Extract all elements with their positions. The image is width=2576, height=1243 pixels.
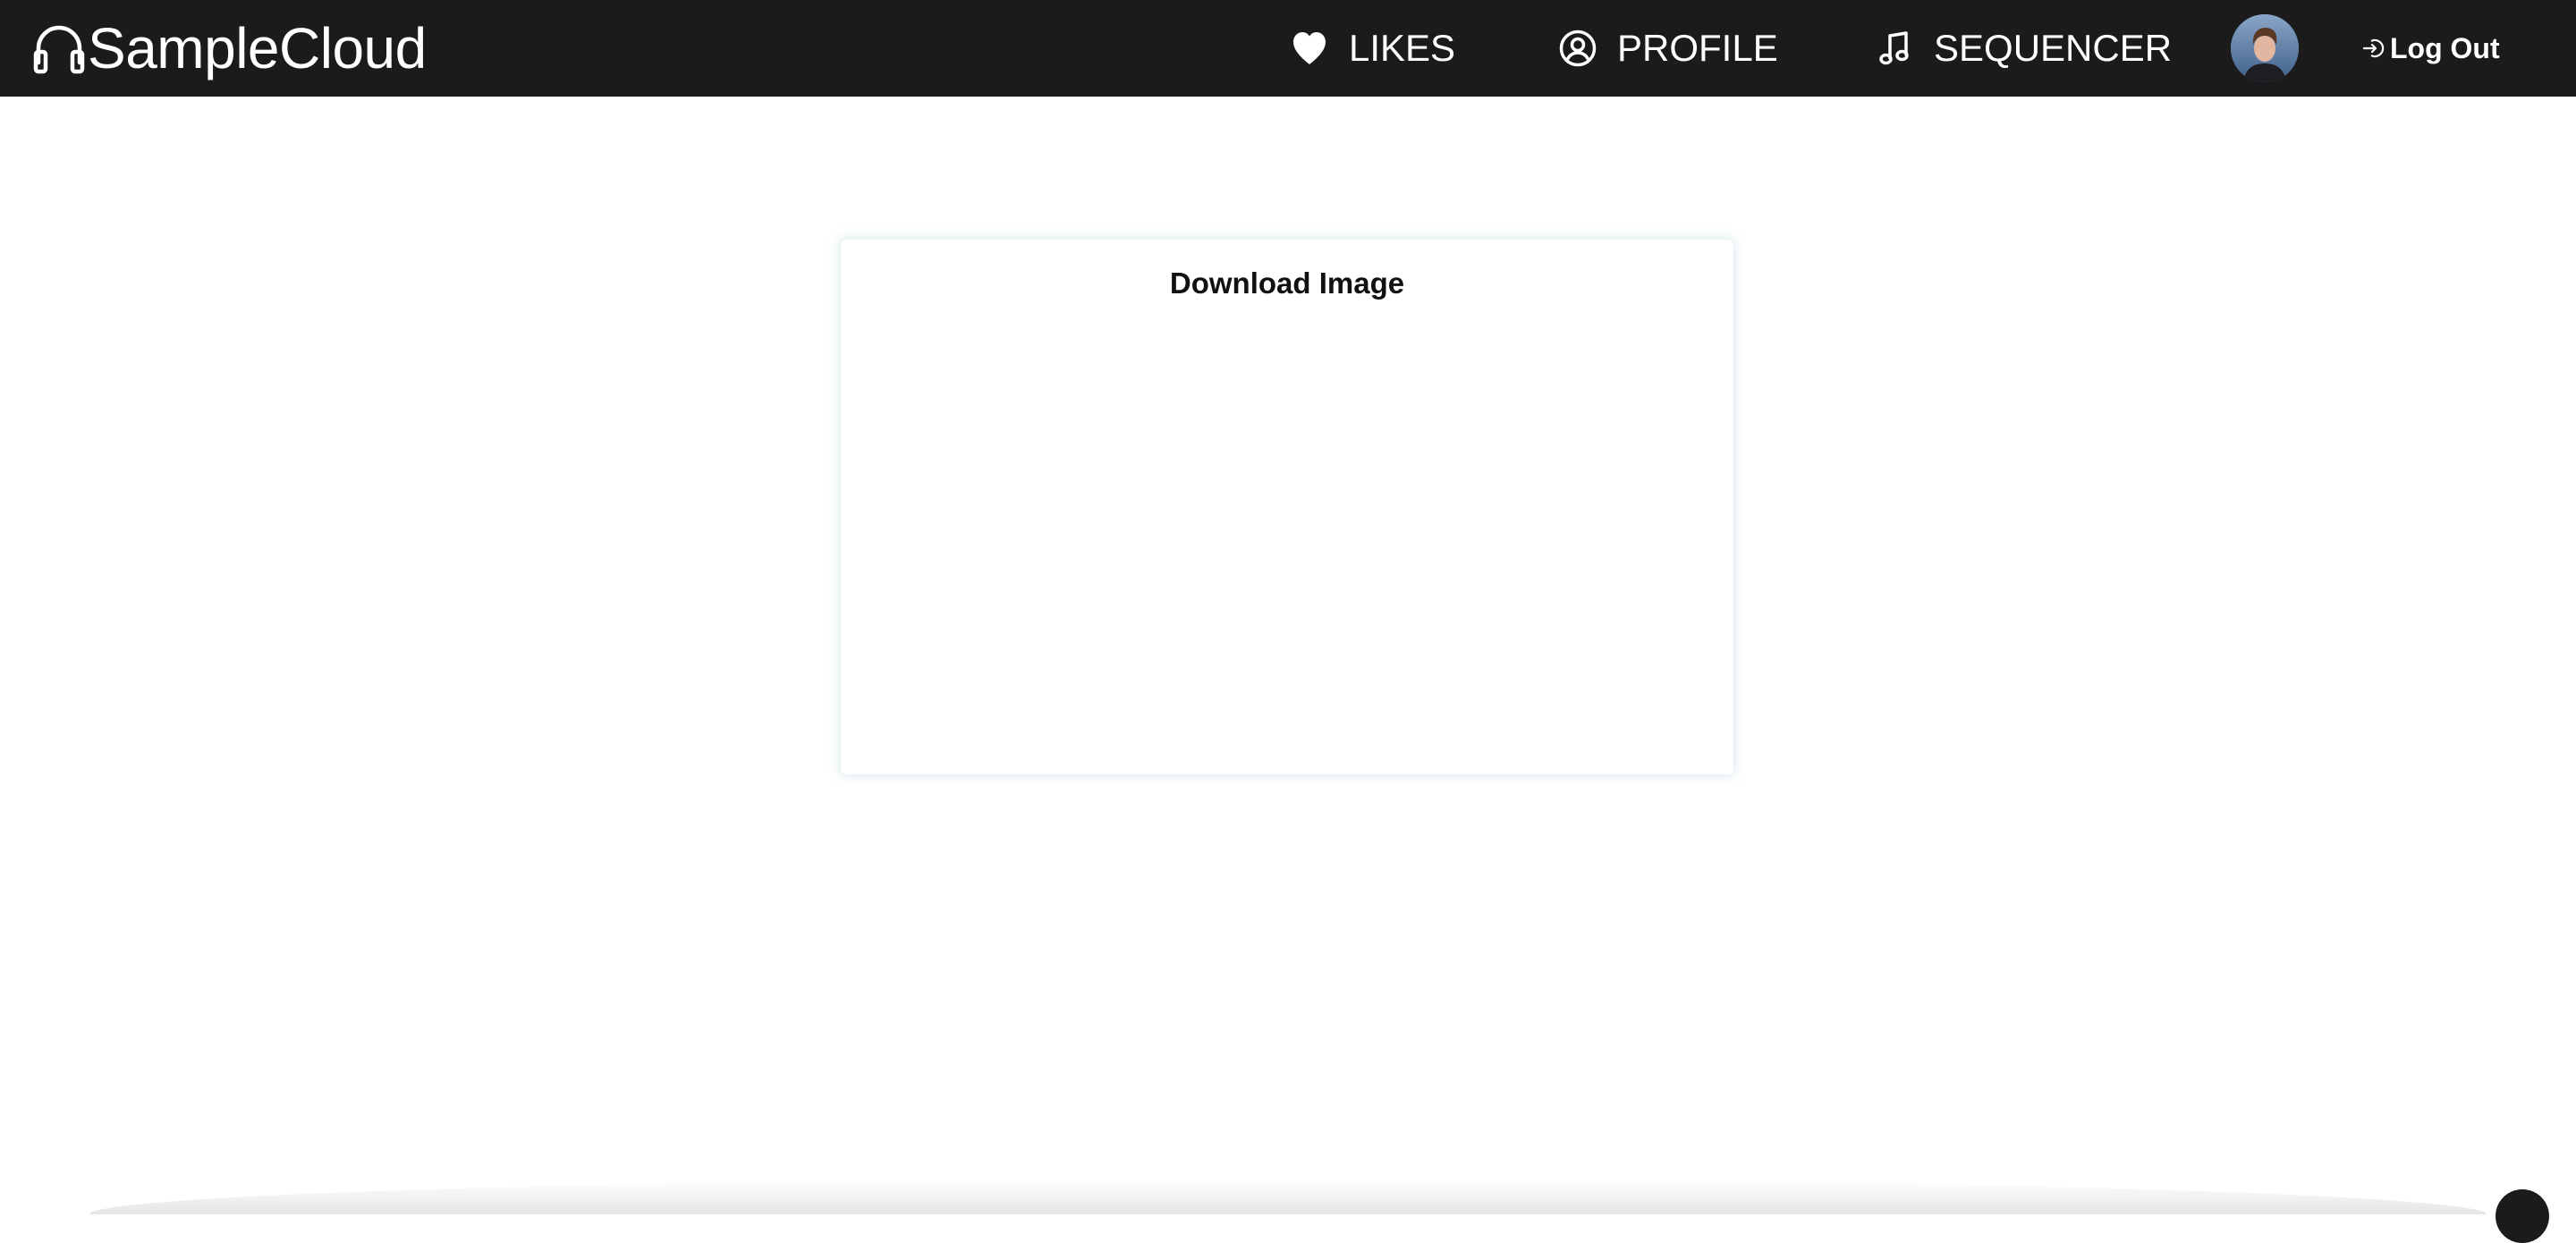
logout-label: Log Out [2390,31,2500,64]
floating-action-button[interactable] [2496,1189,2549,1243]
nav-profile-label: PROFILE [1617,27,1778,69]
nav-likes-label: LIKES [1349,27,1456,69]
logout-button[interactable]: Log Out [2361,27,2500,70]
bottom-panel-shadow [89,1179,2487,1214]
nav-profile[interactable]: PROFILE [1558,21,1778,75]
nav-likes[interactable]: LIKES [1290,21,1455,75]
logout-icon [2362,38,2385,58]
nav-sequencer-label: SEQUENCER [1934,27,2173,69]
user-avatar[interactable] [2231,14,2299,82]
nav-sequencer[interactable]: SEQUENCER [1875,21,2172,75]
heart-icon [1293,32,1326,64]
music-note-icon [1879,31,1909,65]
headphones-icon [33,25,85,74]
top-navbar: SampleCloud LIKES PROFILE SEQUENCER Log … [0,0,2576,97]
card-title: Download Image [1169,266,1405,300]
avatar-image [2231,14,2299,82]
download-image-card: Download Image [841,240,1733,774]
brand-name: SampleCloud [88,16,427,80]
brand-logo-link[interactable]: SampleCloud [32,16,427,80]
user-circle-icon [1559,30,1597,67]
